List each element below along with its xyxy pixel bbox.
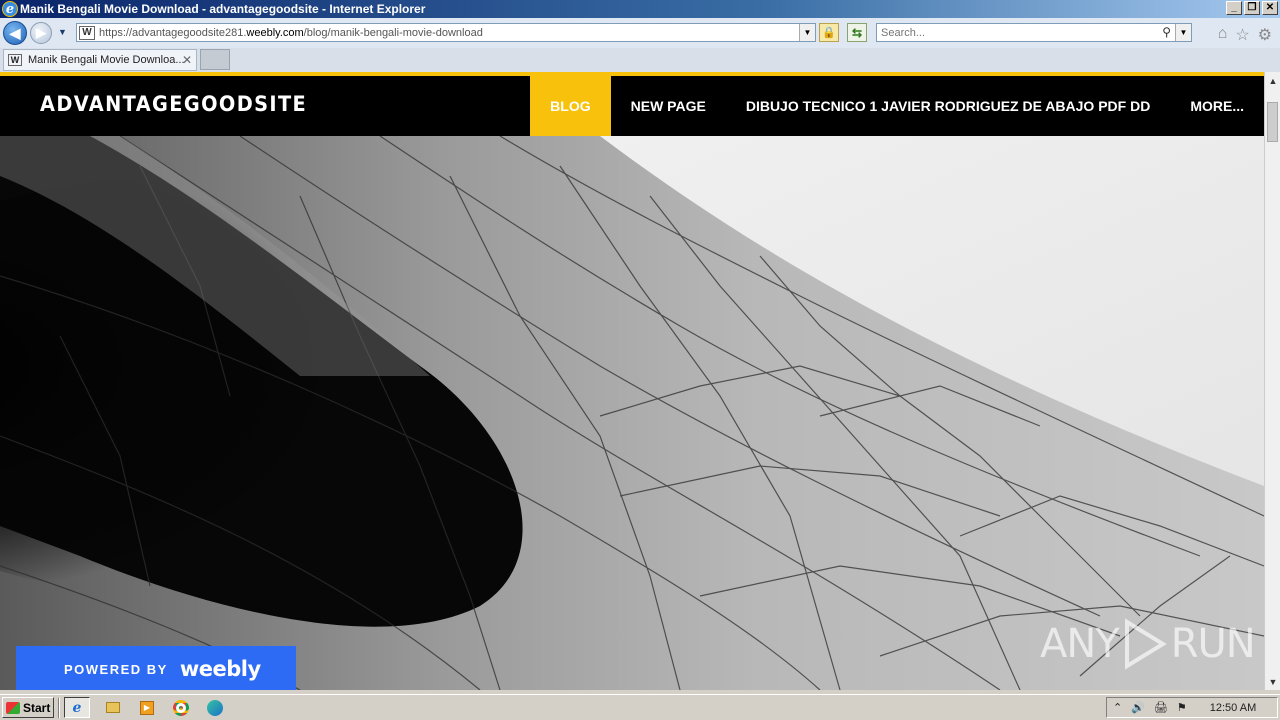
powered-by-label: POWERED BY (64, 661, 168, 677)
tray-expand-icon[interactable]: ⌃ (1113, 701, 1122, 714)
start-button[interactable]: Start (2, 697, 54, 718)
tab-row: W Manik Bengali Movie Downloa... ✕ (0, 48, 1280, 72)
home-icon[interactable]: ⌂ (1218, 25, 1228, 45)
chrome-icon[interactable] (168, 697, 194, 718)
action-center-flag-icon[interactable]: ⚑ (1177, 701, 1187, 714)
hero-architecture-image (0, 136, 1264, 690)
address-url[interactable]: https://advantagegoodsite281.weebly.com/… (99, 27, 483, 39)
edge-icon[interactable] (202, 697, 228, 718)
url-domain: weebly.com (246, 26, 304, 39)
nav-item-dibujo-tecnico[interactable]: DIBUJO TECNICO 1 JAVIER RODRIGUEZ DE ABA… (726, 76, 1171, 136)
start-label: Start (23, 700, 51, 715)
url-prefix: https://advantagegoodsite281. (99, 26, 247, 39)
hero-image (0, 136, 1264, 690)
search-box[interactable]: ⚲ ▼ (876, 23, 1192, 42)
anyrun-play-icon (1124, 618, 1167, 670)
ie-icon[interactable]: e (64, 697, 90, 718)
favorites-star-icon[interactable]: ☆ (1235, 25, 1249, 45)
windows-flag-icon (6, 701, 20, 714)
security-lock-icon[interactable]: 🔒 (819, 23, 839, 42)
taskbar-separator (58, 698, 60, 718)
search-icon[interactable]: ⚲ (1162, 25, 1171, 39)
tools-gear-icon[interactable]: ⚙ (1258, 25, 1272, 45)
watermark-left: ANY (1040, 621, 1120, 667)
minimize-button[interactable]: _ (1226, 1, 1242, 15)
restore-button[interactable]: ❐ (1244, 1, 1260, 15)
network-icon[interactable]: 🖨 (1154, 701, 1168, 714)
powered-by-weebly-badge[interactable]: POWERED BY weebly (16, 646, 296, 690)
scroll-down-icon[interactable]: ▼ (1265, 673, 1280, 690)
address-bar[interactable]: W https://advantagegoodsite281.weebly.co… (76, 23, 816, 42)
window-title: Manik Bengali Movie Download - advantage… (20, 2, 426, 16)
nav-item-blog[interactable]: BLOG (530, 76, 611, 136)
site-title[interactable]: ADVANTAGEGOODSITE (40, 92, 307, 116)
page-viewport: ADVANTAGEGOODSITE BLOG NEW PAGE DIBUJO T… (0, 72, 1264, 690)
taskbar: Start e ▶ ⌃ 🔊 🖨 ⚑ 12:50 AM (0, 694, 1280, 720)
site-nav: BLOG NEW PAGE DIBUJO TECNICO 1 JAVIER RO… (530, 76, 1264, 136)
recent-pages-dropdown-icon[interactable]: ▼ (58, 27, 67, 37)
weebly-favicon-icon: W (8, 54, 22, 66)
ie-logo-icon: e (2, 1, 18, 17)
system-tray: ⌃ 🔊 🖨 ⚑ 12:50 AM (1106, 697, 1278, 718)
watermark-right: RUN (1170, 621, 1256, 667)
scroll-thumb[interactable] (1267, 102, 1278, 142)
new-tab-button[interactable] (200, 49, 230, 70)
address-row: ◀ ▶ ▼ W https://advantagegoodsite281.wee… (0, 18, 1280, 48)
tab-close-icon[interactable]: ✕ (182, 53, 192, 67)
tab-active[interactable]: W Manik Bengali Movie Downloa... ✕ (3, 49, 197, 71)
window-titlebar: e Manik Bengali Movie Download - advanta… (0, 0, 1280, 18)
search-input[interactable] (881, 26, 1151, 39)
volume-icon[interactable]: 🔊 (1131, 701, 1145, 714)
explorer-folder-icon[interactable] (100, 697, 126, 718)
vertical-scrollbar[interactable]: ▲ ▼ (1264, 72, 1280, 690)
back-button[interactable]: ◀ (3, 21, 27, 45)
address-dropdown-icon[interactable]: ▼ (799, 24, 815, 41)
tab-label: Manik Bengali Movie Downloa... (28, 54, 185, 66)
close-button[interactable]: ✕ (1262, 1, 1278, 15)
media-player-icon[interactable]: ▶ (134, 697, 160, 718)
forward-button[interactable]: ▶ (30, 22, 52, 44)
nav-item-new-page[interactable]: NEW PAGE (611, 76, 726, 136)
anyrun-watermark: ANY RUN (1040, 618, 1256, 670)
refresh-button[interactable]: ⇆ (847, 23, 867, 42)
toolbar-icons: ⌂ ☆ ⚙ (1218, 25, 1272, 45)
nav-item-more[interactable]: MORE... (1170, 76, 1264, 136)
url-path: /blog/manik-bengali-movie-download (303, 26, 483, 39)
weebly-favicon-icon: W (79, 25, 95, 40)
site-header: ADVANTAGEGOODSITE BLOG NEW PAGE DIBUJO T… (0, 76, 1264, 136)
search-dropdown-icon[interactable]: ▼ (1175, 24, 1191, 41)
scroll-up-icon[interactable]: ▲ (1265, 72, 1280, 89)
window-controls: _ ❐ ✕ (1226, 1, 1278, 15)
clock[interactable]: 12:50 AM (1210, 702, 1256, 714)
weebly-logo: weebly (179, 657, 261, 681)
